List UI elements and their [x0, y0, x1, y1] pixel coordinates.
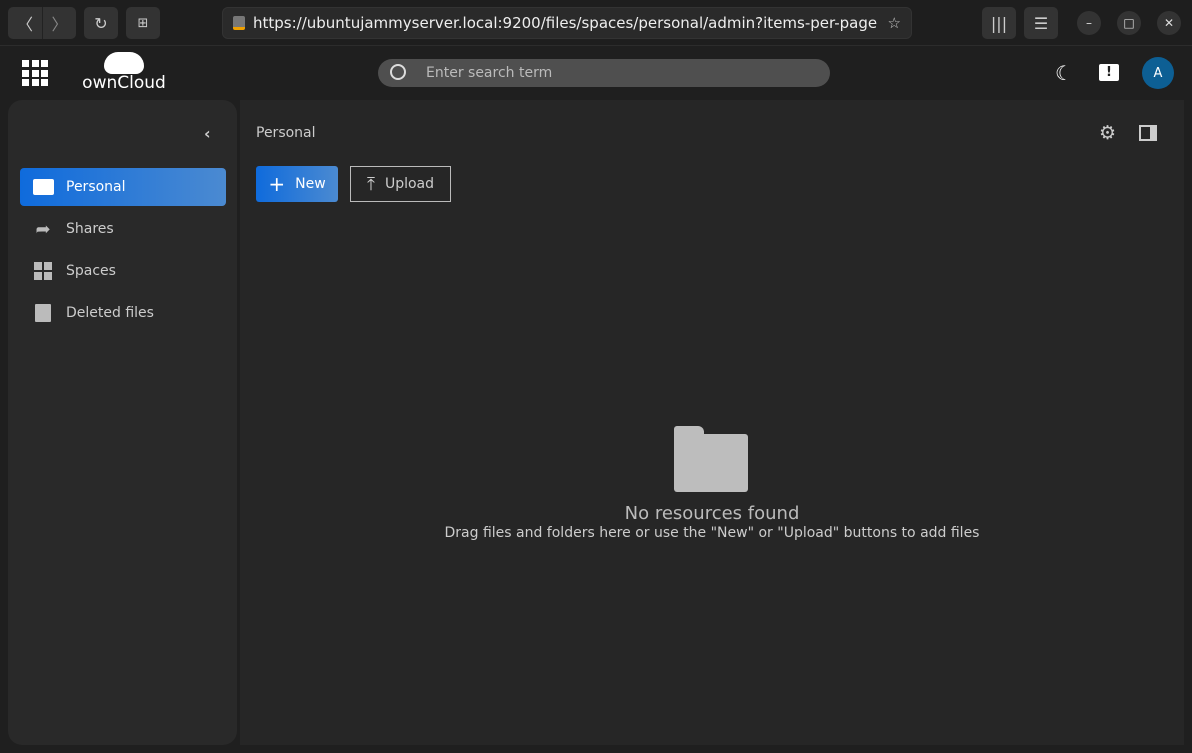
- address-bar[interactable]: https://ubuntujammyserver.local:9200/fil…: [222, 7, 912, 39]
- sidebar-item-label: Spaces: [66, 263, 116, 279]
- sidebar-item-label: Deleted files: [66, 305, 154, 321]
- search-input[interactable]: Enter search term: [378, 59, 830, 87]
- sidebar-item-shares[interactable]: ➦ Shares: [20, 210, 226, 248]
- plus-icon: +: [268, 172, 286, 196]
- owncloud-logo[interactable]: ownCloud: [82, 52, 166, 94]
- new-tab-button[interactable]: ⊞: [126, 7, 160, 39]
- reload-button[interactable]: ↻: [84, 7, 118, 39]
- maximize-button[interactable]: □: [1117, 11, 1141, 35]
- main-content: Personal ⚙ + New ⤒ Upload No resources f…: [240, 100, 1184, 745]
- settings-icon[interactable]: ⚙: [1099, 122, 1116, 144]
- sidebar-item-deleted-files[interactable]: Deleted files: [20, 294, 226, 332]
- search-placeholder: Enter search term: [426, 65, 553, 81]
- lock-warning-icon: [233, 16, 245, 30]
- empty-folder-icon: [674, 426, 748, 492]
- collapse-sidebar-icon[interactable]: ‹: [204, 124, 211, 143]
- empty-title: No resources found: [624, 503, 800, 524]
- sidebar-item-spaces[interactable]: Spaces: [20, 252, 226, 290]
- new-button[interactable]: + New: [256, 166, 338, 202]
- theme-toggle-icon[interactable]: ☾: [1055, 61, 1073, 85]
- menu-icon[interactable]: ☰: [1024, 7, 1058, 39]
- star-icon[interactable]: ☆: [878, 14, 911, 32]
- library-icon[interactable]: |||: [982, 7, 1016, 39]
- forward-button[interactable]: 〉: [42, 7, 76, 39]
- app-header: ownCloud Enter search term ☾ ! A: [0, 46, 1192, 100]
- back-button[interactable]: 〈: [8, 7, 42, 39]
- sidebar-item-personal[interactable]: Personal: [20, 168, 226, 206]
- sidebar-item-label: Shares: [66, 221, 114, 237]
- avatar[interactable]: A: [1142, 57, 1174, 89]
- browser-toolbar: 〈 〉 ↻ ⊞ https://ubuntujammyserver.local:…: [0, 0, 1192, 46]
- folder-icon: [20, 179, 66, 195]
- breadcrumb[interactable]: Personal: [256, 125, 316, 141]
- sidebar: ‹ Personal ➦ Shares Spaces Deleted files: [8, 100, 237, 745]
- minimize-button[interactable]: –: [1077, 11, 1101, 35]
- empty-description: Drag files and folders here or use the "…: [444, 525, 980, 541]
- sidebar-item-label: Personal: [66, 179, 126, 195]
- upload-button[interactable]: ⤒ Upload: [350, 166, 451, 202]
- avatar-initial: A: [1153, 65, 1163, 81]
- search-icon: [390, 64, 406, 80]
- trash-icon: [20, 304, 66, 322]
- sidebar-panel-toggle-icon[interactable]: [1139, 125, 1157, 141]
- new-label: New: [295, 176, 326, 192]
- grid-icon: [20, 262, 66, 280]
- close-button[interactable]: ✕: [1157, 11, 1181, 35]
- share-icon: ➦: [35, 218, 51, 240]
- feedback-icon[interactable]: !: [1099, 64, 1119, 81]
- upload-label: Upload: [384, 176, 435, 192]
- upload-icon: ⤒: [366, 173, 375, 195]
- url-text: https://ubuntujammyserver.local:9200/fil…: [253, 14, 878, 32]
- app-switcher-icon[interactable]: [22, 60, 48, 86]
